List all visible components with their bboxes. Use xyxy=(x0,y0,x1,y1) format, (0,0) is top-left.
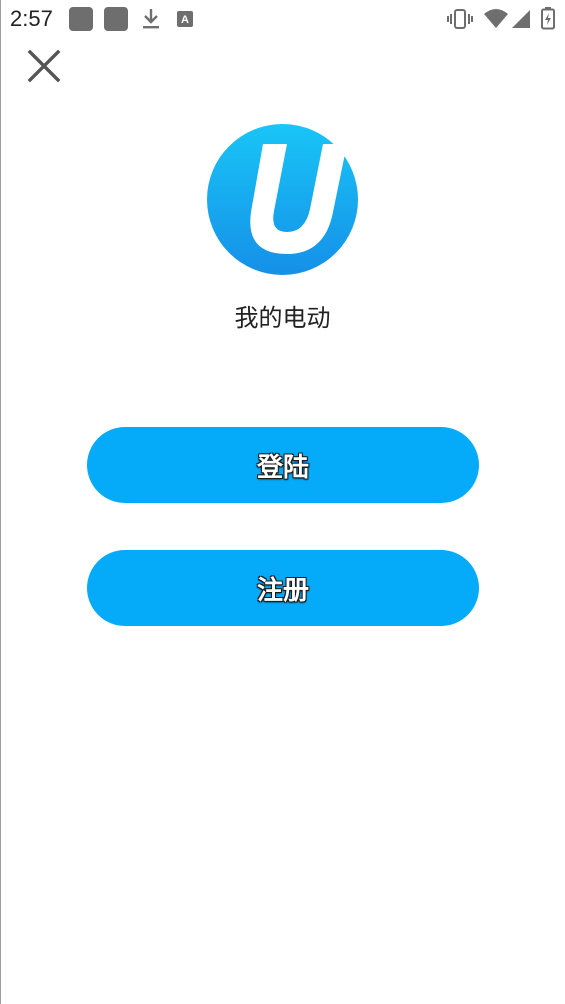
status-time: 2:57 xyxy=(10,6,53,31)
app-name: 我的电动 xyxy=(234,304,331,332)
status-bar: 2:57 A xyxy=(0,0,565,40)
screen-edge xyxy=(0,0,1,1004)
close-icon xyxy=(27,49,61,83)
notification-square-icon xyxy=(104,7,128,31)
register-button[interactable]: 注册 xyxy=(87,550,479,626)
a-badge-icon: A xyxy=(177,11,193,27)
close-button[interactable] xyxy=(22,44,66,88)
vibrate-icon xyxy=(447,9,473,29)
wifi-icon xyxy=(484,9,508,28)
login-button[interactable]: 登陆 xyxy=(87,427,479,503)
signal-icon xyxy=(512,10,530,28)
svg-text:A: A xyxy=(181,14,189,26)
battery-charging-icon xyxy=(541,7,555,30)
app-logo xyxy=(207,124,358,275)
download-icon xyxy=(143,9,159,29)
notification-square-icon xyxy=(69,7,93,31)
